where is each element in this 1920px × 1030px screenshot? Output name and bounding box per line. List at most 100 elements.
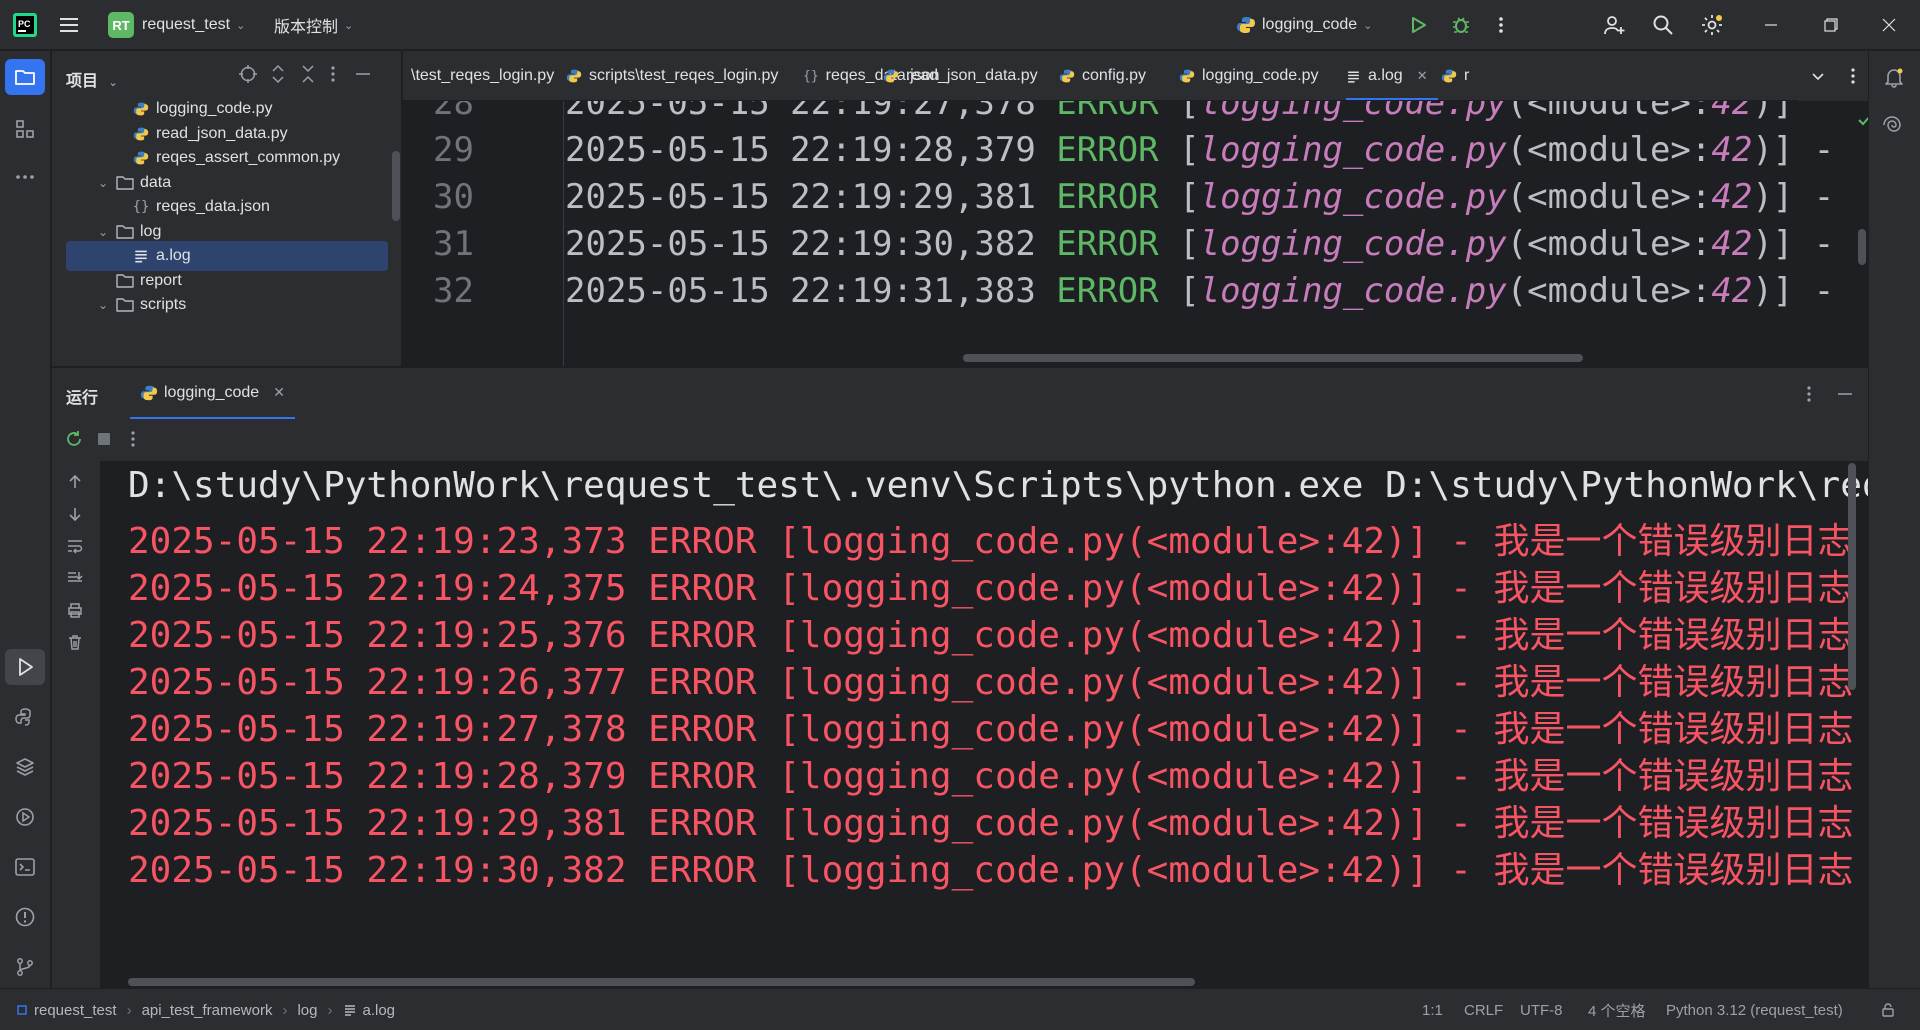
rerun-icon xyxy=(67,431,81,446)
structure-tool-button[interactable] xyxy=(5,111,45,147)
tree-item-label: log xyxy=(140,222,162,240)
scroll-up-button[interactable] xyxy=(66,473,84,491)
log-bracket: )] - xyxy=(1752,271,1835,311)
run-button[interactable] xyxy=(1408,0,1428,50)
chevron-down-icon[interactable]: ⌄ xyxy=(96,225,110,239)
hide-run-panel-button[interactable] xyxy=(1836,384,1854,404)
run-tab[interactable]: logging_code ✕ xyxy=(130,368,295,420)
code-line: 2025-05-15 22:19:29,381 ERROR [logging_c… xyxy=(565,177,1834,217)
locate-file-button[interactable] xyxy=(238,64,258,84)
search-button[interactable] xyxy=(1652,0,1674,50)
collapse-all-button[interactable] xyxy=(300,64,316,84)
close-window-button[interactable] xyxy=(1882,0,1896,50)
restore-button[interactable] xyxy=(1824,0,1838,50)
scroll-down-button[interactable] xyxy=(66,505,84,523)
run-config-selector[interactable]: logging_code ⌄ xyxy=(1236,0,1372,50)
tree-item-label: reqes_data.json xyxy=(156,198,270,215)
project-options-button[interactable] xyxy=(330,64,336,84)
scroll-to-end-button[interactable] xyxy=(66,569,84,587)
ai-assistant-button[interactable] xyxy=(1874,107,1914,143)
git-tool-button[interactable] xyxy=(5,949,45,985)
restore-icon xyxy=(1824,18,1838,32)
layers-tool-button[interactable] xyxy=(5,749,45,785)
breadcrumb-item[interactable]: log xyxy=(297,1002,317,1019)
python-interpreter[interactable]: Python 3.12 (request_test) xyxy=(1666,989,1843,1030)
chevron-down-icon[interactable]: ⌄ xyxy=(96,298,110,312)
notifications-button[interactable] xyxy=(1874,59,1914,95)
console-line: 2025-05-15 22:19:25,376 ERROR [logging_c… xyxy=(128,615,1854,656)
rerun-button[interactable] xyxy=(64,429,84,449)
services-icon xyxy=(16,808,34,826)
app-logo-icon[interactable]: PC xyxy=(12,0,38,50)
log-module: logging_code.py xyxy=(1199,177,1507,217)
chevron-down-icon: ⌄ xyxy=(108,77,118,89)
caret-position[interactable]: 1:1 xyxy=(1422,989,1443,1030)
chevron-down-icon[interactable] xyxy=(1811,69,1825,83)
add-user-button[interactable] xyxy=(1602,0,1626,50)
editor-tab-label: config.py xyxy=(1082,67,1147,84)
chevron-down-icon: ⌄ xyxy=(236,19,246,32)
vcs-menu[interactable]: 版本控制 ⌄ xyxy=(274,0,353,50)
hide-panel-button[interactable] xyxy=(354,64,372,84)
problems-tool-button[interactable] xyxy=(5,899,45,935)
file-encoding[interactable]: UTF-8 xyxy=(1520,989,1563,1030)
project-panel-header[interactable]: 项目 ⌄ xyxy=(66,67,118,91)
chevron-down-icon[interactable]: ⌄ xyxy=(96,176,110,190)
run-more-button[interactable] xyxy=(130,429,136,449)
run-options-button[interactable] xyxy=(1806,384,1812,404)
run-tab-label: logging_code xyxy=(164,383,260,401)
indent-setting[interactable]: 4 个空格 xyxy=(1588,989,1646,1030)
project-selector[interactable]: RT request_test ⌄ xyxy=(108,0,245,50)
console-output[interactable]: D:\study\PythonWork\request_test\.venv\S… xyxy=(100,461,1868,988)
more-actions-button[interactable] xyxy=(1498,0,1504,50)
minimize-button[interactable] xyxy=(1764,0,1778,50)
terminal-tool-button[interactable] xyxy=(5,849,45,885)
line-separator[interactable]: CRLF xyxy=(1464,989,1503,1030)
lock-button[interactable] xyxy=(1880,989,1896,1030)
project-tool-button[interactable] xyxy=(5,59,45,95)
close-icon xyxy=(1882,18,1896,32)
editor-tab[interactable]: read_json_data.py xyxy=(883,51,1048,100)
collapse-icon xyxy=(302,65,314,83)
editor-tab[interactable]: scripts\test_reqes_login.py xyxy=(566,51,788,100)
python-file-icon xyxy=(133,127,149,140)
editor-tab[interactable]: logging_code.py xyxy=(1179,51,1329,100)
editor-h-scrollbar[interactable] xyxy=(963,354,1583,362)
python-file-icon xyxy=(133,102,149,116)
breadcrumb-item[interactable]: a.log xyxy=(363,1002,396,1019)
close-icon[interactable]: ✕ xyxy=(1417,68,1428,84)
services-tool-button[interactable] xyxy=(5,799,45,835)
run-tool-button[interactable] xyxy=(5,649,45,685)
close-icon[interactable]: ✕ xyxy=(273,384,285,401)
console-scrollbar[interactable] xyxy=(1848,463,1856,690)
editor-scrollbar[interactable] xyxy=(1858,229,1866,265)
editor-tab[interactable]: \test_reqes_login.py xyxy=(411,51,564,100)
more-vertical-icon[interactable] xyxy=(1850,67,1856,85)
log-level: ERROR xyxy=(1056,130,1159,170)
console-h-scrollbar[interactable] xyxy=(128,978,1195,986)
project-tree: logging_code.py read_json_data.py reqes_as… xyxy=(52,99,392,366)
print-button[interactable] xyxy=(66,601,84,619)
more-vertical-icon xyxy=(131,431,135,447)
editor-tab[interactable]: r xyxy=(1441,51,1479,100)
clear-console-button[interactable] xyxy=(66,633,84,651)
breadcrumb-item[interactable]: api_test_framework xyxy=(142,1002,273,1019)
settings-button[interactable] xyxy=(1700,0,1724,50)
editor-tab[interactable]: config.py xyxy=(1059,51,1156,100)
chevron-down-icon: ⌄ xyxy=(1363,19,1373,32)
debug-button[interactable] xyxy=(1450,0,1472,50)
inspection-ok-icon[interactable] xyxy=(1857,113,1868,127)
stop-button[interactable] xyxy=(96,431,112,447)
editor-tab[interactable]: a.log ✕ xyxy=(1346,51,1438,100)
editor[interactable]: 28 29 30 31 32 2025-05-15 22:19:27,378 ERROR… xyxy=(403,101,1868,366)
python-packages-tool-button[interactable] xyxy=(5,699,45,735)
more-tools-button[interactable] xyxy=(5,159,45,195)
log-level: ERROR xyxy=(1056,101,1159,123)
project-scrollbar[interactable] xyxy=(392,151,400,221)
expand-all-button[interactable] xyxy=(270,64,286,84)
breadcrumb-item[interactable]: request_test xyxy=(34,1002,117,1019)
soft-wrap-button[interactable] xyxy=(66,537,84,555)
main-menu-icon[interactable] xyxy=(58,0,80,50)
code-area[interactable]: 2025-05-15 22:19:27,378 ERROR [logging_c… xyxy=(403,101,1868,366)
tree-folder[interactable]: ⌄ scripts xyxy=(52,290,392,320)
